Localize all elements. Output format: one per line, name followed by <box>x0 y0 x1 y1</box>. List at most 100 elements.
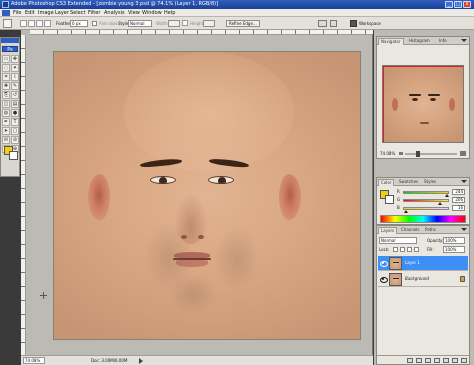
maximize-button[interactable]: □ <box>454 1 462 8</box>
new-group-icon[interactable] <box>443 358 449 363</box>
workspace-icon[interactable] <box>350 20 357 27</box>
zoom-out-icon[interactable] <box>399 152 403 155</box>
adjustment-layer-icon[interactable] <box>434 358 440 363</box>
tab-info[interactable]: Info <box>437 38 449 45</box>
opacity-input[interactable]: 100% <box>443 237 465 244</box>
path-selection-tool[interactable]: ➤ <box>2 127 10 135</box>
tab-color[interactable]: Color <box>378 179 395 186</box>
channel-slider[interactable] <box>403 207 449 210</box>
menu-select[interactable]: Select <box>70 10 85 16</box>
menu-help[interactable]: Help <box>164 10 175 16</box>
menu-filter[interactable]: Filter <box>88 10 100 16</box>
pen-tool[interactable]: ✒ <box>2 118 10 126</box>
history-brush-tool[interactable]: ↺ <box>11 91 19 99</box>
zoom-field[interactable]: 74.08% <box>23 357 45 364</box>
slice-tool[interactable]: ⌇ <box>11 73 19 81</box>
tab-swatches[interactable]: Swatches <box>397 179 420 186</box>
brush-tool[interactable]: ✎ <box>11 82 19 90</box>
menu-view[interactable]: View <box>128 10 140 16</box>
background-color-swatch[interactable] <box>9 151 18 160</box>
notes-tool[interactable]: ✉ <box>2 136 10 144</box>
menu-edit[interactable]: Edit <box>25 10 35 16</box>
workspace-menu[interactable]: Workspace <box>359 21 381 26</box>
layer-style-icon[interactable] <box>416 358 422 363</box>
navigator-thumbnail[interactable] <box>382 65 464 143</box>
panel-menu-icon[interactable] <box>461 228 467 231</box>
antialias-checkbox[interactable] <box>92 21 97 26</box>
navigator-view-box[interactable] <box>383 66 463 142</box>
lock-all-checkbox[interactable] <box>414 247 419 252</box>
menu-layer[interactable]: Layer <box>55 10 69 16</box>
panel-toggle-icon[interactable] <box>330 20 337 27</box>
blend-mode-select[interactable]: Normal <box>379 237 417 244</box>
zoom-in-icon[interactable] <box>460 151 466 156</box>
link-layers-icon[interactable] <box>407 358 413 363</box>
layer-mask-icon[interactable] <box>425 358 431 363</box>
layer-row[interactable]: Layer 1 <box>378 256 468 271</box>
lock-position-checkbox[interactable] <box>407 247 412 252</box>
refine-edge-button[interactable]: Refine Edge... <box>226 20 260 27</box>
zoom-slider-knob[interactable] <box>416 151 420 157</box>
layer-name[interactable]: Layer 1 <box>405 260 420 266</box>
channel-value-input[interactable]: 16 <box>452 205 465 211</box>
marquee-preset-icon[interactable] <box>3 19 12 28</box>
tab-paths[interactable]: Paths <box>423 227 438 234</box>
minimize-button[interactable]: _ <box>445 1 453 8</box>
layer-name[interactable]: Background <box>405 276 429 282</box>
fill-input[interactable]: 100% <box>443 246 465 253</box>
add-selection-icon[interactable] <box>28 20 35 27</box>
menu-file[interactable]: File <box>13 10 21 16</box>
eyedropper-tool[interactable]: ⊘ <box>11 136 19 144</box>
tab-navigator[interactable]: Navigator <box>378 38 404 45</box>
status-menu-arrow-icon[interactable] <box>139 358 143 364</box>
panel-menu-icon[interactable] <box>461 180 467 183</box>
channel-value-input[interactable]: 244 <box>452 189 465 195</box>
color-panel-background-swatch[interactable] <box>385 195 394 204</box>
panel-menu-icon[interactable] <box>461 39 467 42</box>
delete-layer-icon[interactable] <box>461 358 467 363</box>
menu-image[interactable]: Image <box>38 10 54 16</box>
visibility-eye-icon[interactable] <box>380 276 388 283</box>
menu-window[interactable]: Window <box>142 10 162 16</box>
subtract-selection-icon[interactable] <box>36 20 43 27</box>
lasso-tool[interactable]: ◌ <box>2 64 10 72</box>
width-input[interactable] <box>168 20 180 27</box>
tab-styles[interactable]: Styles <box>422 179 438 186</box>
channel-value-input[interactable]: 206 <box>452 197 465 203</box>
style-select[interactable]: Normal <box>128 20 152 27</box>
menu-analysis[interactable]: Analysis <box>104 10 125 16</box>
close-button[interactable]: x <box>463 1 471 8</box>
channel-slider[interactable] <box>403 191 449 194</box>
crop-tool[interactable]: ⌗ <box>2 73 10 81</box>
intersect-selection-icon[interactable] <box>44 20 51 27</box>
swap-icon[interactable] <box>182 20 188 26</box>
visibility-eye-icon[interactable] <box>380 260 388 267</box>
blur-tool[interactable]: ◍ <box>2 109 10 117</box>
clone-stamp-tool[interactable]: ⎘ <box>2 91 10 99</box>
color-spectrum-ramp[interactable] <box>380 215 466 223</box>
marquee-tool[interactable]: ▭ <box>2 55 10 63</box>
navigator-zoom-slider[interactable] <box>405 151 457 157</box>
bridge-icon[interactable] <box>318 20 327 27</box>
dodge-tool[interactable]: ● <box>11 109 19 117</box>
feather-input[interactable]: 0 px <box>70 20 88 27</box>
type-tool[interactable]: T <box>11 118 19 126</box>
tab-histogram[interactable]: Histogram <box>407 38 432 45</box>
tab-channels[interactable]: Channels <box>399 227 422 234</box>
eraser-tool[interactable]: ◫ <box>2 100 10 108</box>
navigator-zoom-value[interactable]: 74.08% <box>380 151 395 156</box>
move-tool[interactable]: ✥ <box>11 55 19 63</box>
image-canvas[interactable] <box>53 51 361 340</box>
gradient-tool[interactable]: ▤ <box>11 100 19 108</box>
tab-layers[interactable]: Layers <box>378 227 398 234</box>
layer-row[interactable]: Background <box>378 272 468 287</box>
healing-brush-tool[interactable]: ✚ <box>2 82 10 90</box>
new-layer-icon[interactable] <box>452 358 458 363</box>
lock-pixels-checkbox[interactable] <box>400 247 405 252</box>
channel-slider-knob[interactable] <box>403 210 408 213</box>
new-selection-icon[interactable] <box>20 20 27 27</box>
lock-transparency-checkbox[interactable] <box>393 247 398 252</box>
magic-wand-tool[interactable]: ✦ <box>11 64 19 72</box>
height-input[interactable] <box>203 20 215 27</box>
ps-menu-icon[interactable] <box>2 10 10 16</box>
